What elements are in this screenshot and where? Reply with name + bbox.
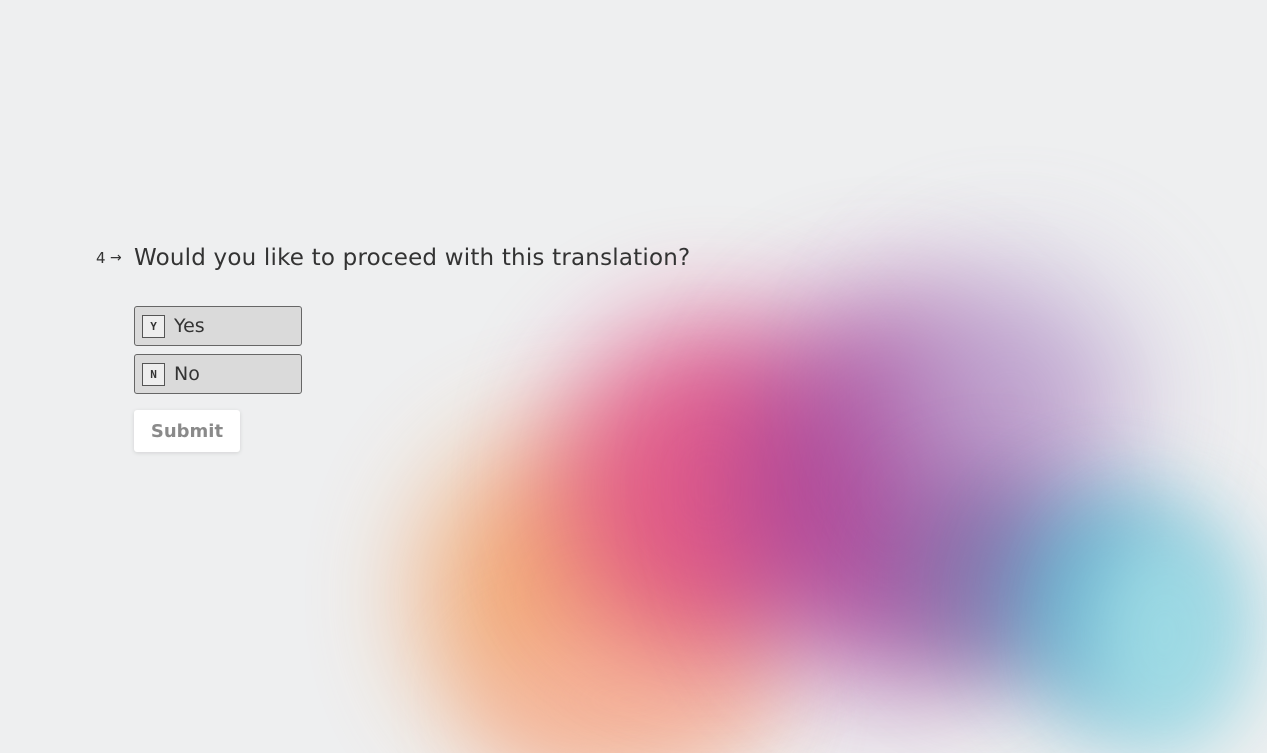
arrow-right-icon: → <box>110 250 122 266</box>
choice-list: Y Yes N No Submit <box>134 306 690 452</box>
background-gradient-blob <box>420 430 760 753</box>
background-gradient-blob <box>900 480 1080 680</box>
question-number: 4 <box>96 249 106 267</box>
background-gradient-blob <box>480 620 780 753</box>
background-gradient-blob <box>1010 490 1210 720</box>
choice-no[interactable]: N No <box>134 354 302 394</box>
page: 4 → Would you like to proceed with this … <box>0 0 1267 753</box>
submit-button[interactable]: Submit <box>134 410 240 452</box>
choice-key-badge: N <box>142 362 165 386</box>
background-gradient-blob <box>740 300 1040 680</box>
choice-label: Yes <box>174 315 205 337</box>
question-form: 4 → Would you like to proceed with this … <box>96 240 690 452</box>
background-gradient-blob <box>880 270 1140 530</box>
choice-key-badge: Y <box>142 314 165 338</box>
question-text: Would you like to proceed with this tran… <box>134 245 691 271</box>
choice-label: No <box>174 363 200 385</box>
background-gradient-blob <box>1080 520 1250 750</box>
question-header: 4 → Would you like to proceed with this … <box>96 240 690 276</box>
choice-yes[interactable]: Y Yes <box>134 306 302 346</box>
